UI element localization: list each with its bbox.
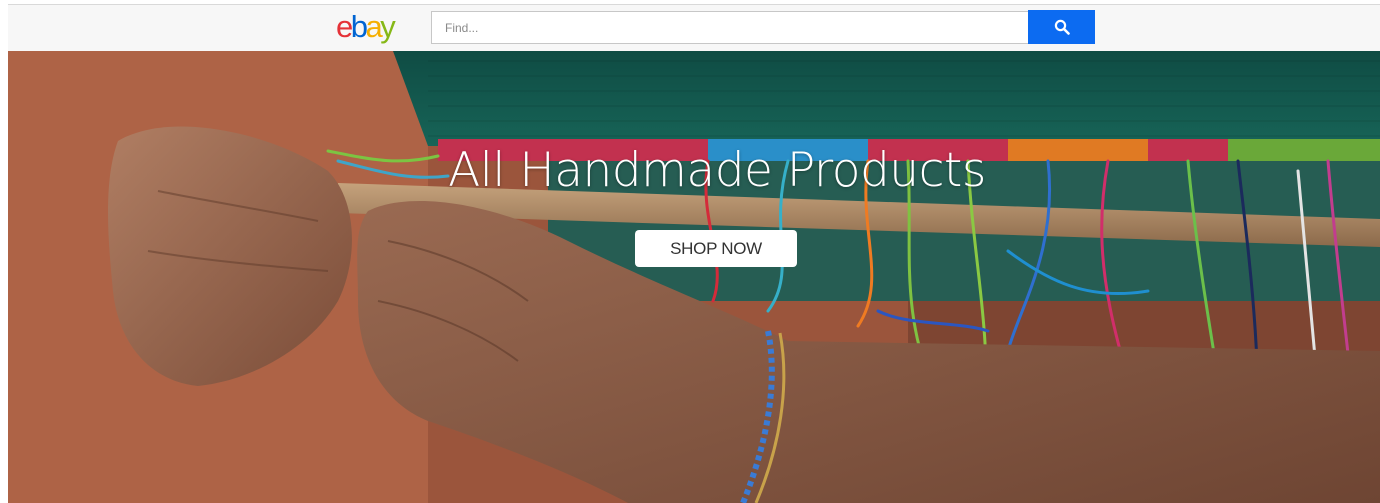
page-frame: ebay Find... All Handmade Products SHOP … xyxy=(8,4,1380,503)
ebay-logo[interactable]: ebay xyxy=(336,11,396,43)
hero-banner: All Handmade Products SHOP NOW xyxy=(8,51,1380,503)
search-button[interactable] xyxy=(1028,10,1095,44)
hero-title: All Handmade Products xyxy=(448,143,986,198)
hero-image xyxy=(8,51,1380,503)
search-input[interactable] xyxy=(431,11,1029,44)
search-icon xyxy=(1054,19,1070,35)
header-bar: ebay xyxy=(8,4,1380,51)
shop-now-button[interactable]: SHOP NOW xyxy=(635,230,797,267)
